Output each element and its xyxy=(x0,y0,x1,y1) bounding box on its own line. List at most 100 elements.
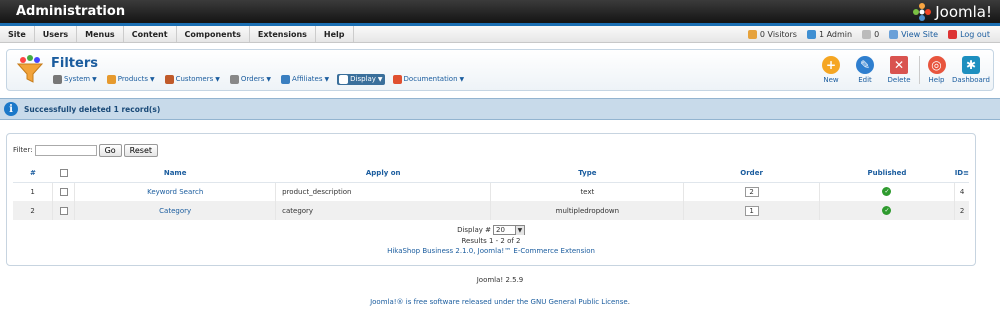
menu-item-help[interactable]: Help xyxy=(316,26,354,42)
license-suffix: . xyxy=(627,298,630,306)
filter-name-link[interactable]: Keyword Search xyxy=(147,188,203,196)
row-apply-on: product_description xyxy=(275,182,492,201)
help-button-label: Help xyxy=(928,76,945,84)
joomla-link[interactable]: Joomla!® is free software released under… xyxy=(370,298,530,306)
row-checkbox[interactable] xyxy=(59,187,68,196)
filter-label: Filter: xyxy=(13,146,33,154)
display-limit-select[interactable]: 20 ▼ xyxy=(492,225,525,235)
edit-button[interactable]: ✎ Edit xyxy=(851,56,879,84)
col-apply-on[interactable]: Apply on xyxy=(275,164,491,183)
menu-item-extensions[interactable]: Extensions xyxy=(250,26,316,42)
gpl-license-link[interactable]: GNU General Public License xyxy=(531,298,628,306)
help-button[interactable]: ◎ Help xyxy=(919,56,947,84)
col-id-label: ID xyxy=(954,168,964,177)
lifebuoy-icon xyxy=(392,74,402,84)
menu-item-users[interactable]: Users xyxy=(35,26,78,42)
submenu-affiliates[interactable]: Affiliates ▼ xyxy=(279,74,331,85)
menu-item-components[interactable]: Components xyxy=(177,26,250,42)
visitors-status: 0 Visitors xyxy=(747,29,797,39)
logout-link[interactable]: Log out xyxy=(948,29,990,39)
row-name: Category xyxy=(74,201,277,220)
filter-search-input[interactable] xyxy=(34,144,97,156)
display-limit-value: 20 xyxy=(495,226,505,234)
hikashop-credit-link[interactable]: HikaShop Business 2.1.0, Joomla!™ E-Comm… xyxy=(387,247,595,255)
new-button[interactable]: + New xyxy=(817,56,845,84)
row-checkbox-cell xyxy=(52,182,76,201)
plus-icon: + xyxy=(822,56,840,74)
row-name: Keyword Search xyxy=(74,182,277,201)
row-id: 4 xyxy=(954,182,969,201)
submenu-customers[interactable]: Customers ▼ xyxy=(163,74,222,85)
filter-funnel-icon xyxy=(16,55,44,83)
published-check-icon[interactable]: ✓ xyxy=(882,187,892,197)
col-published[interactable]: Published xyxy=(819,164,955,183)
row-type: multipledropdown xyxy=(490,201,685,220)
col-type[interactable]: Type xyxy=(490,164,684,183)
row-apply-on: category xyxy=(275,201,492,220)
row-checkbox[interactable] xyxy=(59,206,68,215)
filter-name-link[interactable]: Category xyxy=(159,207,191,215)
col-num: # xyxy=(13,164,53,183)
row-num: 1 xyxy=(13,182,54,201)
hikashop-submenu: System ▼ Products ▼ Customers ▼ Orders ▼ Affilia… xyxy=(51,73,467,85)
joomla-logo-text: Joomla! xyxy=(935,2,992,21)
results-count: Results 1 - 2 of 2 xyxy=(461,237,521,245)
chevron-down-icon: ▼ xyxy=(149,75,155,83)
chevron-down-icon: ▼ xyxy=(266,75,272,83)
menu-item-menus[interactable]: Menus xyxy=(77,26,124,42)
submenu-system[interactable]: System ▼ xyxy=(51,74,99,85)
joomla-version: Joomla! 2.5.9 xyxy=(476,276,524,284)
dashboard-button-label: Dashboard xyxy=(952,76,990,84)
col-name[interactable]: Name xyxy=(74,164,276,183)
joomla-logo: Joomla! xyxy=(912,2,992,22)
system-message: i Successfully deleted 1 record(s) xyxy=(0,98,1000,120)
admin-user-icon xyxy=(806,29,816,39)
pencil-icon: ✎ xyxy=(856,56,874,74)
logout-icon xyxy=(948,29,958,39)
admin-header: Administration Joomla! xyxy=(0,0,1000,26)
dashboard-button[interactable]: ✱ Dashboard xyxy=(952,56,990,84)
filters-table: # Name Apply on Type Order Published ID≡… xyxy=(13,164,969,220)
page-footer: Joomla! 2.5.9 Joomla!® is free software … xyxy=(0,276,1000,306)
row-checkbox-cell xyxy=(52,201,76,220)
messages-status[interactable]: 0 xyxy=(862,29,879,39)
submenu-display[interactable]: Display ▼ xyxy=(337,73,385,85)
new-button-label: New xyxy=(823,76,839,84)
menu-item-content[interactable]: Content xyxy=(124,26,177,42)
col-order[interactable]: Order xyxy=(683,164,820,183)
submenu-products[interactable]: Products ▼ xyxy=(105,74,157,85)
published-check-icon[interactable]: ✓ xyxy=(882,206,892,215)
order-input[interactable]: 2 xyxy=(744,186,759,197)
col-select-all xyxy=(52,164,75,183)
menu-item-site[interactable]: Site xyxy=(0,26,35,42)
delete-button[interactable]: ✕ Delete xyxy=(885,56,913,84)
submenu-documentation[interactable]: Documentation ▼ xyxy=(391,74,467,85)
submenu-label: Customers xyxy=(175,75,214,83)
trash-icon: ✕ xyxy=(890,56,908,74)
row-type: text xyxy=(490,182,685,201)
affiliate-icon xyxy=(281,74,291,84)
go-button[interactable]: Go xyxy=(98,143,122,157)
select-all-checkbox[interactable] xyxy=(59,168,68,177)
lifebuoy-icon: ◎ xyxy=(927,56,946,74)
filter-bar: Filter: Go Reset xyxy=(13,143,969,157)
view-site-link[interactable]: View Site xyxy=(889,29,938,39)
order-input[interactable]: 1 xyxy=(744,205,759,216)
chevron-down-icon: ▼ xyxy=(377,75,383,83)
display-label: Display # xyxy=(457,226,491,234)
message-text: Successfully deleted 1 record(s) xyxy=(24,104,161,114)
submenu-label: System xyxy=(64,75,91,83)
chevron-down-icon: ▼ xyxy=(459,75,465,83)
admin-menubar: Site Users Menus Content Components Extension… xyxy=(0,26,1000,43)
col-id[interactable]: ID≡ xyxy=(954,164,969,183)
submenu-label: Orders xyxy=(240,75,265,83)
submenu-label: Documentation xyxy=(403,75,458,83)
reset-button[interactable]: Reset xyxy=(123,143,159,157)
submenu-orders[interactable]: Orders ▼ xyxy=(228,74,273,85)
info-icon: i xyxy=(4,102,18,116)
display-icon xyxy=(339,74,349,84)
row-published-cell: ✓ xyxy=(819,201,956,220)
dashboard-icon: ✱ xyxy=(962,56,980,74)
admins-status: 1 Admin xyxy=(806,29,852,39)
row-order-cell: 2 xyxy=(683,182,820,201)
